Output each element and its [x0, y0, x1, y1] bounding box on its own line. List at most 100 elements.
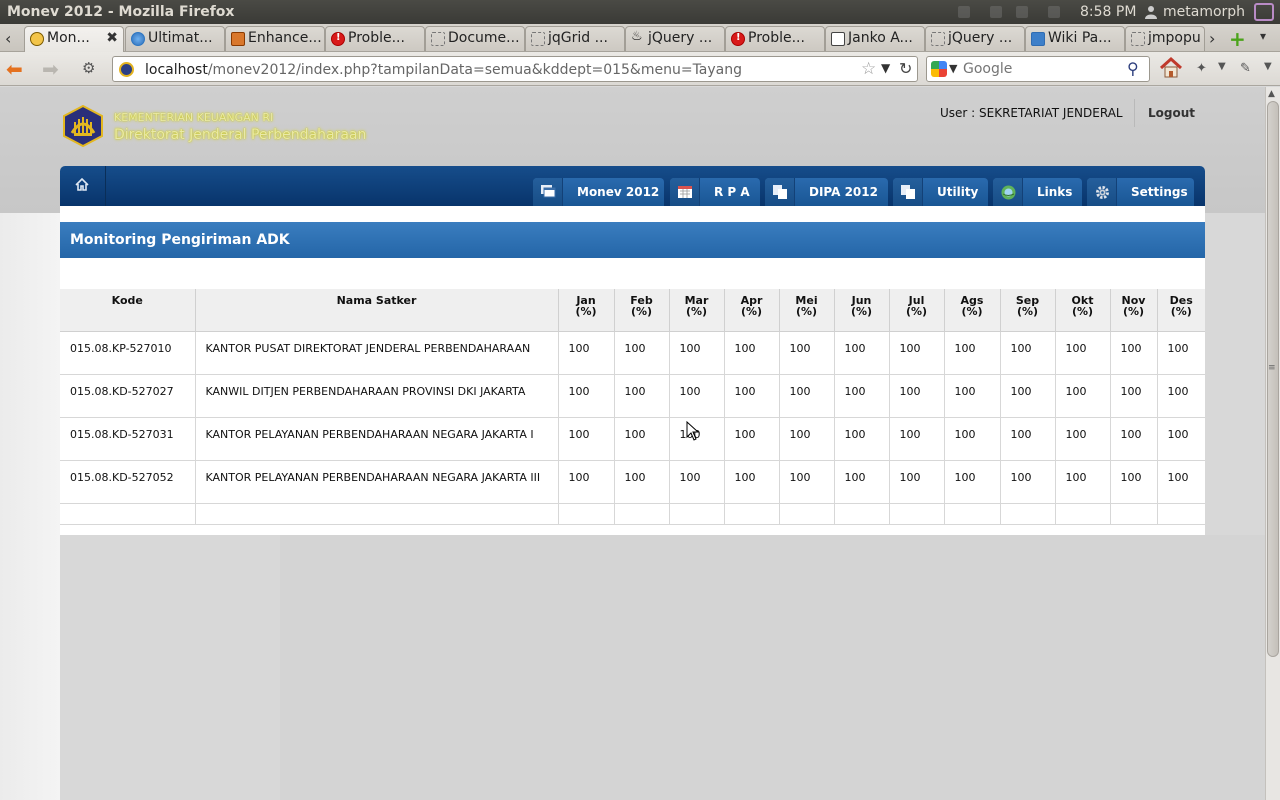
column-header[interactable]: Apr (%)	[724, 289, 780, 332]
tab[interactable]: Docume...	[425, 26, 525, 51]
close-tab-icon[interactable]: ✖	[106, 30, 118, 46]
column-header[interactable]: Mei (%)	[779, 289, 835, 332]
divider	[1134, 99, 1135, 127]
tab[interactable]: jQuery ...	[925, 26, 1025, 51]
tab[interactable]: jmpopu	[1125, 26, 1205, 51]
menu-rpa[interactable]: R P A	[670, 178, 760, 206]
tab[interactable]: Enhance...	[225, 26, 325, 51]
tab-scroll-right-icon[interactable]: ›	[1209, 29, 1215, 48]
column-header[interactable]: Des (%)	[1157, 289, 1205, 332]
search-bar[interactable]: ▼ ⚲	[926, 56, 1150, 82]
menu-links[interactable]: Links	[993, 178, 1082, 206]
volume-icon[interactable]	[1048, 6, 1060, 18]
column-header[interactable]: Jul (%)	[889, 289, 945, 332]
column-header[interactable]: Ags (%)	[944, 289, 1001, 332]
tab[interactable]: jQuery ...	[625, 26, 725, 51]
url-text[interactable]: localhost/monev2012/index.php?tampilanDa…	[145, 62, 742, 78]
scroll-up-icon[interactable]: ▲	[1268, 89, 1275, 99]
calendar-icon	[670, 178, 700, 206]
search-input[interactable]	[963, 60, 1123, 78]
tab[interactable]: Proble...	[325, 26, 425, 51]
table-row[interactable]: 015.08.KP-527010 KANTOR PUSAT DIREKTORAT …	[60, 331, 1205, 375]
url-bar[interactable]: localhost/monev2012/index.php?tampilanDa…	[112, 56, 918, 82]
menu-monev-2012[interactable]: Monev 2012	[533, 178, 664, 206]
tab-label: Wiki Pa...	[1048, 30, 1112, 46]
table-row[interactable]: 015.08.KD-527027 KANWIL DITJEN PERBENDAHA…	[60, 374, 1205, 418]
tab-active[interactable]: Mon... ✖	[24, 26, 124, 52]
menu-utility[interactable]: Utility	[893, 178, 988, 206]
vertical-scrollbar[interactable]: ▲ ≡	[1265, 87, 1280, 800]
cell-month-percent: 100	[724, 460, 780, 504]
bookmark-star-icon[interactable]: ☆	[861, 59, 876, 79]
tools-icon[interactable]: ✎	[1240, 61, 1256, 76]
column-header[interactable]: Jan (%)	[558, 289, 615, 332]
column-header[interactable]: Feb (%)	[614, 289, 670, 332]
cell-month-percent: 100	[1000, 417, 1056, 461]
empty-cell	[724, 503, 780, 525]
tools-dropdown-icon[interactable]: ▼	[1264, 61, 1280, 75]
cell-month-percent: 100	[614, 417, 670, 461]
cell-kode: 015.08.KD-527031	[60, 417, 196, 461]
table-empty-row	[60, 503, 1205, 525]
tab[interactable]: jqGrid ...	[525, 26, 625, 51]
tab[interactable]: Ultimat...	[125, 26, 225, 51]
tab-list-icon[interactable]: ▾	[1260, 29, 1266, 43]
window-title: Monev 2012 - Mozilla Firefox	[7, 4, 235, 20]
column-header[interactable]: Sep (%)	[1000, 289, 1056, 332]
column-unit: (%)	[685, 305, 708, 318]
column-unit: (%)	[740, 305, 763, 318]
column-unit: (%)	[905, 305, 928, 318]
page-favicon-icon	[231, 32, 245, 46]
power-icon[interactable]	[1254, 3, 1274, 21]
flame-icon	[631, 29, 645, 46]
tab[interactable]: Janko A...	[825, 26, 925, 51]
tab[interactable]: Wiki Pa...	[1025, 26, 1125, 51]
tab[interactable]: Proble...	[725, 26, 825, 51]
cell-month-percent: 100	[558, 460, 615, 504]
engine-dropdown-icon[interactable]: ▼	[949, 62, 957, 75]
cell-nama-satker: KANWIL DITJEN PERBENDAHARAAN PROVINSI DK…	[195, 374, 559, 418]
forward-arrow-icon[interactable]: ➡	[42, 57, 59, 81]
empty-cell	[834, 503, 890, 525]
table-row[interactable]: 015.08.KD-527031 KANTOR PELAYANAN PERBEND…	[60, 417, 1205, 461]
url-dropdown-icon[interactable]: ▼	[881, 61, 890, 75]
column-header[interactable]: Kode	[60, 289, 196, 332]
column-header[interactable]: Jun (%)	[834, 289, 890, 332]
column-header[interactable]: Nov (%)	[1110, 289, 1158, 332]
reload-icon[interactable]: ↻	[899, 59, 912, 78]
network-icon[interactable]	[1016, 6, 1028, 18]
extension-dropdown-icon[interactable]: ▼	[1218, 61, 1234, 75]
tab-scroll-left-icon[interactable]: ‹	[5, 29, 11, 48]
menu-label: Links	[1037, 185, 1073, 199]
menu-home-button[interactable]	[60, 166, 106, 206]
history-icon[interactable]: ⚙	[82, 59, 95, 77]
table-row[interactable]: 015.08.KD-527052 KANTOR PELAYANAN PERBEND…	[60, 460, 1205, 504]
column-header[interactable]: Okt (%)	[1055, 289, 1111, 332]
site-identity-icon[interactable]	[119, 62, 134, 77]
logout-link[interactable]: Logout	[1148, 106, 1195, 120]
menu-dipa-2012[interactable]: DIPA 2012	[765, 178, 888, 206]
column-header[interactable]: Mar (%)	[669, 289, 725, 332]
extension-icon[interactable]: ✦	[1196, 61, 1212, 76]
clock[interactable]: 8:58 PM	[1080, 4, 1136, 20]
tray-icon[interactable]	[958, 6, 970, 18]
cell-month-percent: 100	[614, 331, 670, 375]
cell-nama-satker: KANTOR PELAYANAN PERBENDAHARAAN NEGARA J…	[195, 460, 559, 504]
back-arrow-icon[interactable]: ⬅	[6, 57, 23, 81]
google-engine-icon[interactable]	[931, 61, 947, 77]
session-username[interactable]: metamorph	[1163, 4, 1245, 20]
cell-month-percent: 100	[724, 417, 780, 461]
cell-month-percent: 100	[669, 331, 725, 375]
search-icon[interactable]: ⚲	[1127, 59, 1139, 78]
scrollbar-thumb[interactable]	[1267, 101, 1279, 657]
empty-cell	[1110, 503, 1158, 525]
tab-label: Ultimat...	[148, 30, 213, 46]
home-icon[interactable]	[1158, 56, 1184, 80]
cell-month-percent: 100	[558, 331, 615, 375]
tray-icon[interactable]	[990, 6, 1002, 18]
column-header[interactable]: Nama Satker	[195, 289, 559, 332]
new-tab-icon[interactable]: +	[1229, 27, 1246, 51]
column-unit: (%)	[1170, 305, 1192, 318]
cell-month-percent: 100	[614, 460, 670, 504]
menu-settings[interactable]: Settings	[1087, 178, 1194, 206]
